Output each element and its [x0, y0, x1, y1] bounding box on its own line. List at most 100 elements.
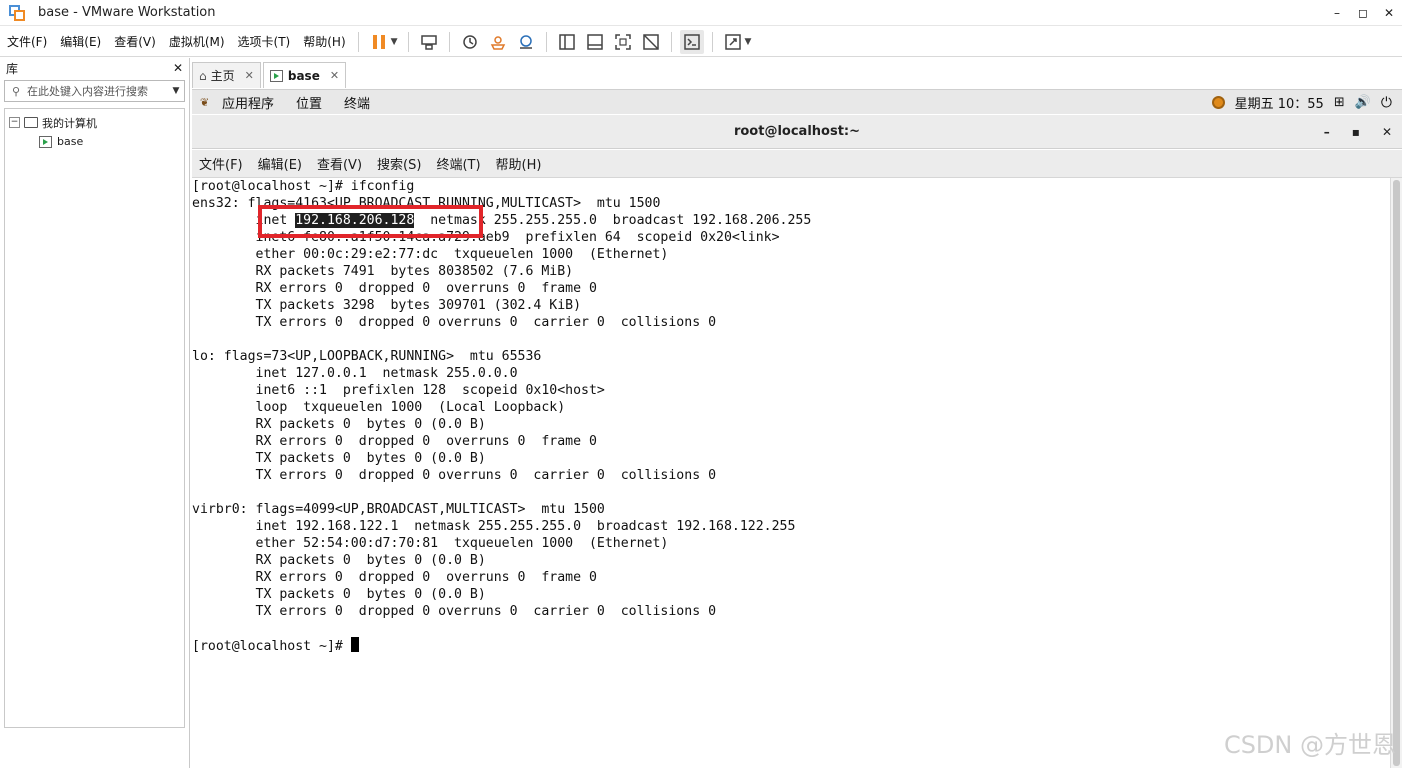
terminal-menubar: 文件(F) 编辑(E) 查看(V) 搜索(S) 终端(T) 帮助(H) [192, 150, 1402, 178]
volume-icon[interactable]: 🔊 [1355, 95, 1371, 110]
tab-base-label: base [287, 68, 320, 83]
window-titlebar: base - VMware Workstation – ◻ ✕ [0, 0, 1402, 26]
toolbar-separator [407, 31, 409, 52]
update-notifier-icon[interactable] [1211, 96, 1225, 109]
tree-item-my-computer[interactable]: − 我的计算机 [9, 113, 180, 132]
tab-home-label: 主页 [210, 69, 235, 83]
library-search-input[interactable]: ⚲ 在此处键入内容进行搜索 ▼ [4, 80, 185, 102]
terminal-maximize-button[interactable]: ▪ [1352, 125, 1360, 139]
terminal-output[interactable]: [root@localhost ~]# ifconfig ens32: flag… [192, 178, 1390, 768]
full-screen-icon[interactable] [611, 30, 635, 54]
library-close-icon[interactable]: ✕ [173, 61, 183, 75]
terminal-line: [root@localhost ~]# ifconfig [192, 179, 415, 194]
unity-icon[interactable] [639, 30, 663, 54]
terminal-line: RX packets 0 bytes 0 (0.0 B) [192, 553, 486, 568]
close-button[interactable]: ✕ [1376, 0, 1402, 26]
collapse-icon[interactable]: − [9, 117, 20, 128]
terminal-prompt: [root@localhost ~]# [192, 639, 351, 654]
guest-clock[interactable]: 星期五 10：55 [1235, 93, 1324, 112]
window-title: base - VMware Workstation [38, 5, 216, 20]
terminal-menu-terminal[interactable]: 终端(T) [436, 154, 480, 173]
menu-view[interactable]: 查看(V) [107, 33, 162, 50]
terminal-line: RX errors 0 dropped 0 overruns 0 frame 0 [192, 281, 597, 296]
pause-dropdown-icon[interactable]: ▼ [391, 37, 398, 47]
stretch-guest-icon[interactable] [721, 30, 745, 54]
send-ctrl-alt-del-icon[interactable] [417, 30, 441, 54]
menu-help[interactable]: 帮助(H) [296, 33, 351, 50]
toolbar-separator [545, 31, 547, 52]
vm-running-icon [39, 135, 52, 148]
terminal-line: RX packets 0 bytes 0 (0.0 B) [192, 417, 486, 432]
home-icon: ⌂ [199, 68, 207, 83]
snapshot-icon[interactable] [458, 30, 482, 54]
network-icon[interactable]: ⊞ [1334, 95, 1345, 110]
terminal-line: loop txqueuelen 1000 (Local Loopback) [192, 400, 566, 415]
menu-tabs[interactable]: 选项卡(T) [231, 33, 297, 50]
terminal-line: TX errors 0 dropped 0 overruns 0 carrier… [192, 315, 717, 330]
terminal-line: virbr0: flags=4099<UP,BROADCAST,MULTICAS… [192, 502, 605, 517]
guest-menu-applications[interactable]: ❦ 应用程序 [200, 93, 274, 112]
terminal-line-prefix: inet [192, 213, 296, 228]
tab-base-close-icon[interactable]: ✕ [330, 69, 339, 82]
text-cursor [350, 637, 359, 652]
terminal-menu-file[interactable]: 文件(F) [199, 154, 243, 173]
menu-file[interactable]: 文件(F) [0, 33, 53, 50]
computer-icon [24, 117, 38, 128]
tab-strip: ⌂ 主页 ✕ base ✕ [192, 62, 348, 88]
guest-menu-places[interactable]: 位置 [296, 93, 322, 112]
vm-running-icon [269, 69, 283, 82]
stretch-dropdown-icon[interactable]: ▼ [745, 37, 752, 47]
tab-home-close-icon[interactable]: ✕ [245, 69, 254, 82]
terminal-scrollbar[interactable] [1390, 178, 1402, 768]
tree-item-base[interactable]: base [9, 132, 180, 151]
console-view-icon[interactable] [679, 29, 704, 54]
terminal-menu-search[interactable]: 搜索(S) [377, 154, 421, 173]
terminal-minimize-button[interactable]: – [1324, 125, 1330, 139]
power-icon[interactable]: ⏻ [1381, 95, 1392, 111]
terminal-menu-view[interactable]: 查看(V) [317, 154, 362, 173]
scrollbar-thumb[interactable] [1393, 180, 1400, 766]
guest-menu-terminal[interactable]: 终端 [344, 93, 370, 112]
terminal-menu-edit[interactable]: 编辑(E) [258, 154, 302, 173]
terminal-line: ens32: flags=4163<UP,BROADCAST,RUNNING,M… [192, 196, 661, 211]
tab-home[interactable]: ⌂ 主页 ✕ [192, 62, 261, 88]
watermark: CSDN @方世恩 [1223, 731, 1396, 759]
maximize-button[interactable]: ◻ [1350, 0, 1376, 26]
thumbnail-bar-icon[interactable] [583, 30, 607, 54]
terminal-title: root@localhost:~ [733, 124, 861, 139]
terminal-line: TX errors 0 dropped 0 overruns 0 carrier… [192, 468, 717, 483]
tab-base[interactable]: base ✕ [262, 62, 347, 88]
terminal-line-inet: inet 192.168.206.128 netmask 255.255.255… [192, 212, 1390, 229]
library-title: 库 [6, 61, 19, 76]
toolbar-separator [670, 31, 672, 52]
gnome-foot-icon: ❦ [200, 96, 210, 109]
search-icon: ⚲ [11, 84, 21, 98]
library-tree: − 我的计算机 base [4, 108, 185, 728]
snapshot-manager-icon[interactable] [514, 30, 538, 54]
tree-label-my-computer: 我的计算机 [42, 116, 97, 130]
pause-icon[interactable] [367, 30, 391, 54]
minimize-button[interactable]: – [1324, 0, 1350, 26]
search-dropdown-icon[interactable]: ▼ [168, 86, 184, 96]
terminal-line-suffix: netmask 255.255.255.0 broadcast 192.168.… [414, 213, 812, 228]
toolbar-separator [357, 31, 359, 52]
show-library-icon[interactable] [555, 30, 579, 54]
terminal-line: inet 127.0.0.1 netmask 255.0.0.0 [192, 366, 518, 381]
terminal-line: lo: flags=73<UP,LOOPBACK,RUNNING> mtu 65… [192, 349, 542, 364]
toolbar-separator [711, 31, 713, 52]
terminal-line: ether 00:0c:29:e2:77:dc txqueuelen 1000 … [192, 247, 669, 262]
menu-vm[interactable]: 虚拟机(M) [162, 33, 231, 50]
terminal-close-button[interactable]: ✕ [1382, 125, 1392, 139]
revert-snapshot-icon[interactable] [486, 30, 510, 54]
menu-edit[interactable]: 编辑(E) [53, 33, 107, 50]
selected-ip-address[interactable]: 192.168.206.128 [295, 213, 415, 228]
terminal-line: inet6 fe80::a1f50:14ca:a729:aeb9 prefixl… [192, 230, 780, 245]
guest-top-bar: ❦ 应用程序 位置 终端 星期五 10：55 ⊞ 🔊 ⏻ [192, 89, 1402, 114]
terminal-line: TX errors 0 dropped 0 overruns 0 carrier… [192, 604, 717, 619]
terminal-menu-help[interactable]: 帮助(H) [496, 154, 542, 173]
terminal-line: RX errors 0 dropped 0 overruns 0 frame 0 [192, 570, 597, 585]
menu-toolbar: 文件(F) 编辑(E) 查看(V) 虚拟机(M) 选项卡(T) 帮助(H) ▼ … [0, 27, 1402, 57]
